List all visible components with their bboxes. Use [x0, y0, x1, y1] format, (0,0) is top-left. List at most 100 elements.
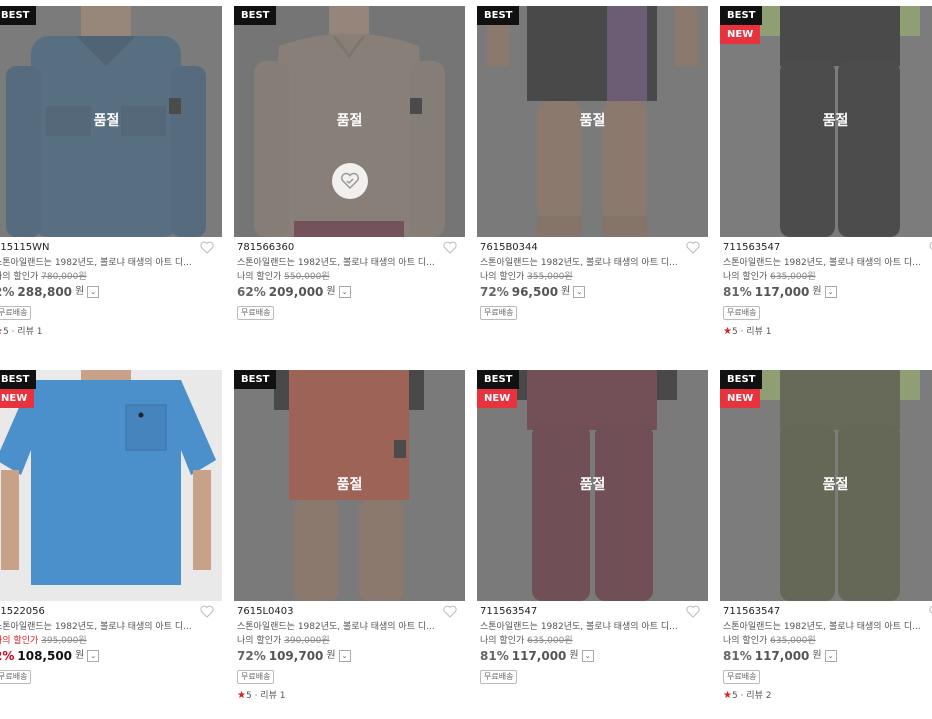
- product-code[interactable]: 711563547: [723, 240, 932, 256]
- review-count: 1: [279, 691, 286, 701]
- new-badge: NEW: [477, 389, 518, 408]
- chevron-down-icon[interactable]: ⌄: [338, 650, 351, 662]
- free-shipping-tag: 무료배송: [237, 306, 275, 320]
- product-card[interactable]: 품절 BEST 815115WN 스톤아일랜드는 1982년도, 볼로냐 태생의…: [0, 0, 222, 355]
- rating: 5: [2, 327, 9, 337]
- free-shipping-tag: 무료배송: [237, 670, 275, 684]
- currency-label: 원: [75, 650, 85, 661]
- product-code[interactable]: 781566360: [237, 240, 459, 256]
- new-badge: NEW: [720, 25, 761, 44]
- heart-icon[interactable]: [443, 605, 457, 618]
- discount-percent: 72%: [480, 285, 509, 299]
- soldout-label: 품절: [336, 477, 363, 493]
- chevron-down-icon[interactable]: ⌄: [87, 286, 100, 298]
- currency-label: 원: [812, 650, 822, 661]
- product-desc: 스톤아일랜드는 1982년도, 볼로냐 태생의 아트 디...: [0, 258, 192, 268]
- product-image[interactable]: 품절 BEST: [234, 370, 465, 601]
- soldout-label: 품절: [93, 113, 120, 129]
- review-summary: ★5 · 리뷰 1: [237, 690, 286, 701]
- original-price: 550,000원: [284, 272, 330, 282]
- review-label: 리뷰: [260, 691, 277, 701]
- product-code[interactable]: 7615L0403: [237, 604, 459, 620]
- product-image[interactable]: 품절 BEST: [477, 6, 708, 237]
- product-code[interactable]: 7615B0344: [480, 240, 702, 256]
- product-card[interactable]: 품절 BEST 7615B0344 스톤아일랜드는 1982년도, 볼로냐 태생…: [477, 0, 708, 355]
- product-card[interactable]: 품절 BEST 781566360 스톤아일랜드는 1982년도, 볼로냐 태생…: [234, 0, 465, 355]
- free-shipping-tag: 무료배송: [0, 306, 32, 320]
- chevron-down-icon[interactable]: ⌄: [573, 286, 586, 298]
- soldout-label: 품절: [579, 113, 606, 129]
- product-desc: 스톤아일랜드는 1982년도, 볼로냐 태생의 아트 디...: [0, 622, 192, 632]
- free-shipping-tag: 무료배송: [480, 670, 518, 684]
- chevron-down-icon[interactable]: ⌄: [581, 650, 594, 662]
- sale-price: 117,000: [511, 649, 567, 663]
- new-badge: NEW: [720, 389, 761, 408]
- sale-price: 109,700: [268, 649, 324, 663]
- original-price: 395,000원: [41, 636, 87, 646]
- product-code[interactable]: 61522056: [0, 604, 216, 620]
- heart-icon[interactable]: [686, 605, 700, 618]
- my-price-label: 나의 할인가: [237, 636, 282, 646]
- product-code[interactable]: 711563547: [480, 604, 702, 620]
- currency-label: 원: [326, 650, 336, 661]
- review-label: 리뷰: [746, 691, 763, 701]
- heart-icon[interactable]: [200, 605, 214, 618]
- product-image[interactable]: 품절 BEST NEW: [720, 6, 932, 237]
- heart-icon[interactable]: [443, 241, 457, 254]
- best-badge: BEST: [0, 370, 37, 389]
- discount-percent: 62%: [237, 285, 266, 299]
- original-price: 390,000원: [284, 636, 330, 646]
- product-image[interactable]: BEST NEW: [0, 370, 222, 601]
- chevron-down-icon[interactable]: ⌄: [338, 286, 351, 298]
- product-desc: 스톤아일랜드는 1982년도, 볼로냐 태생의 아트 디...: [723, 622, 921, 632]
- review-count: 1: [765, 327, 772, 337]
- currency-label: 원: [75, 286, 85, 297]
- product-image[interactable]: 품절 BEST: [0, 6, 222, 237]
- my-price-label: 나의 할인가: [237, 272, 282, 282]
- free-shipping-tag: 무료배송: [723, 306, 761, 320]
- original-price: 635,000원: [527, 636, 573, 646]
- review-summary: ★5 · 리뷰 1: [0, 326, 216, 338]
- currency-label: 원: [812, 286, 822, 297]
- original-price: 780,000원: [41, 272, 87, 282]
- discount-percent: 81%: [723, 649, 752, 663]
- my-price-label: 나의 할인가: [0, 272, 39, 282]
- best-badge: BEST: [720, 370, 763, 389]
- best-badge: BEST: [0, 6, 37, 25]
- chevron-down-icon[interactable]: ⌄: [824, 286, 837, 298]
- sale-price: 117,000: [754, 285, 810, 299]
- sale-price: 288,800: [17, 285, 73, 299]
- product-code[interactable]: 815115WN: [0, 240, 216, 256]
- sale-price: 108,500: [17, 649, 73, 663]
- heart-icon[interactable]: [200, 241, 214, 254]
- free-shipping-tag: 무료배송: [0, 670, 32, 684]
- original-price: 635,000원: [770, 636, 816, 646]
- product-card[interactable]: 품절 BEST 7615L0403 스톤아일랜드는 1982년도, 볼로냐 태생…: [234, 364, 465, 719]
- heart-icon: [341, 172, 359, 190]
- product-image[interactable]: 품절 BEST NEW: [720, 370, 932, 601]
- soldout-label: 품절: [579, 477, 606, 493]
- product-image[interactable]: 품절 BEST: [234, 6, 465, 237]
- soldout-label: 품절: [336, 113, 363, 129]
- product-card[interactable]: 품절 BEST NEW 711563547 스톤아일랜드는 1982년도, 볼로…: [477, 364, 708, 719]
- discount-percent: 2%: [0, 285, 15, 299]
- review-count: 1: [36, 327, 43, 337]
- chevron-down-icon[interactable]: ⌄: [87, 650, 100, 662]
- star-icon: ★: [723, 690, 732, 701]
- my-price-label: 나의 할인가: [723, 272, 768, 282]
- product-card[interactable]: 품절 BEST NEW 711563547 스톤아일랜드는 1982년도, 볼로…: [720, 364, 932, 719]
- product-image[interactable]: 품절 BEST NEW: [477, 370, 708, 601]
- best-badge: BEST: [234, 370, 277, 389]
- sale-price: 96,500: [511, 285, 559, 299]
- product-card[interactable]: 품절 BEST NEW 711563547 스톤아일랜드는 1982년도, 볼로…: [720, 0, 932, 355]
- product-code[interactable]: 711563547: [723, 604, 932, 620]
- product-desc: 스톤아일랜드는 1982년도, 볼로냐 태생의 아트 디...: [480, 258, 678, 268]
- product-desc: 스톤아일랜드는 1982년도, 볼로냐 태생의 아트 디...: [723, 258, 921, 268]
- currency-label: 원: [569, 650, 579, 661]
- free-shipping-tag: 무료배송: [723, 670, 761, 684]
- product-card[interactable]: BEST NEW 61522056 스톤아일랜드는 1982년도, 볼로냐 태생…: [0, 364, 222, 719]
- chevron-down-icon[interactable]: ⌄: [824, 650, 837, 662]
- heart-icon[interactable]: [686, 241, 700, 254]
- wishlist-button[interactable]: [332, 163, 368, 199]
- review-summary: ★5 · 리뷰 1: [723, 326, 772, 337]
